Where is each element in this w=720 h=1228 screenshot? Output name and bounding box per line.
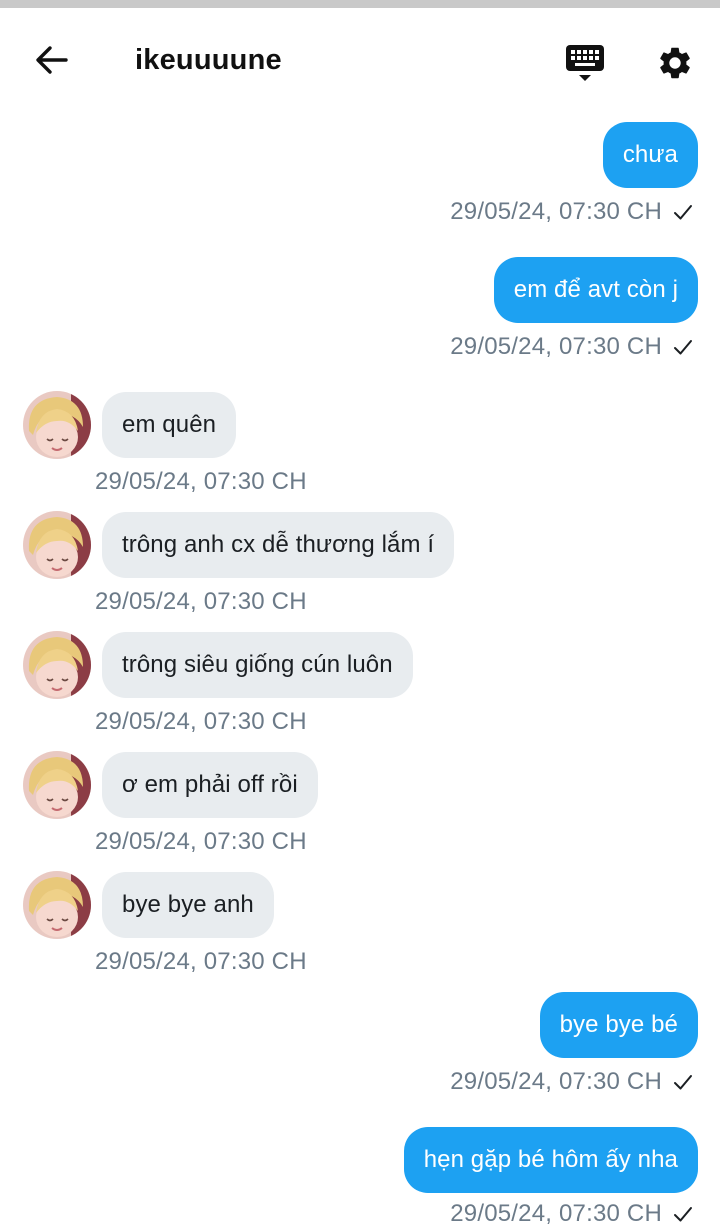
message-timestamp: 29/05/24, 07:30 CH xyxy=(95,948,307,975)
outgoing-message-bubble[interactable]: chưa xyxy=(602,122,698,188)
message-timestamp: 29/05/24, 07:30 CH xyxy=(95,588,307,615)
sent-check-icon xyxy=(674,340,692,355)
avatar[interactable] xyxy=(23,631,91,699)
message-timestamp: 29/05/24, 07:30 CH xyxy=(450,1200,662,1227)
message-timestamp: 29/05/24, 07:30 CH xyxy=(95,828,307,855)
message-timestamp: 29/05/24, 07:30 CH xyxy=(95,708,307,735)
avatar[interactable] xyxy=(23,511,91,579)
avatar-image xyxy=(23,631,91,699)
avatar-image xyxy=(23,871,91,939)
incoming-message-bubble[interactable]: trông siêu giống cún luôn xyxy=(102,632,413,698)
outgoing-message-bubble[interactable]: bye bye bé xyxy=(539,992,698,1058)
incoming-message-bubble[interactable]: trông anh cx dễ thương lắm í xyxy=(102,512,455,578)
message-list[interactable]: chưa 29/05/24, 07:30 CH em để avt còn j … xyxy=(0,0,720,1227)
incoming-message-bubble[interactable]: ơ em phải off rồi xyxy=(102,752,318,818)
avatar-image xyxy=(23,511,91,579)
avatar[interactable] xyxy=(23,391,91,459)
sent-check-icon xyxy=(674,205,692,220)
avatar-image xyxy=(23,751,91,819)
incoming-message-bubble[interactable]: bye bye anh xyxy=(102,872,274,938)
avatar-image xyxy=(23,391,91,459)
message-timestamp: 29/05/24, 07:30 CH xyxy=(450,1068,662,1095)
message-timestamp: 29/05/24, 07:30 CH xyxy=(450,333,662,360)
outgoing-message-bubble[interactable]: hẹn gặp bé hôm ấy nha xyxy=(403,1127,698,1193)
avatar[interactable] xyxy=(23,751,91,819)
message-timestamp: 29/05/24, 07:30 CH xyxy=(450,198,662,225)
sent-check-icon xyxy=(674,1075,692,1090)
sent-check-icon xyxy=(674,1207,692,1222)
avatar[interactable] xyxy=(23,871,91,939)
incoming-message-bubble[interactable]: em quên xyxy=(102,392,237,458)
message-timestamp: 29/05/24, 07:30 CH xyxy=(95,468,307,495)
outgoing-message-bubble[interactable]: em để avt còn j xyxy=(493,257,698,323)
